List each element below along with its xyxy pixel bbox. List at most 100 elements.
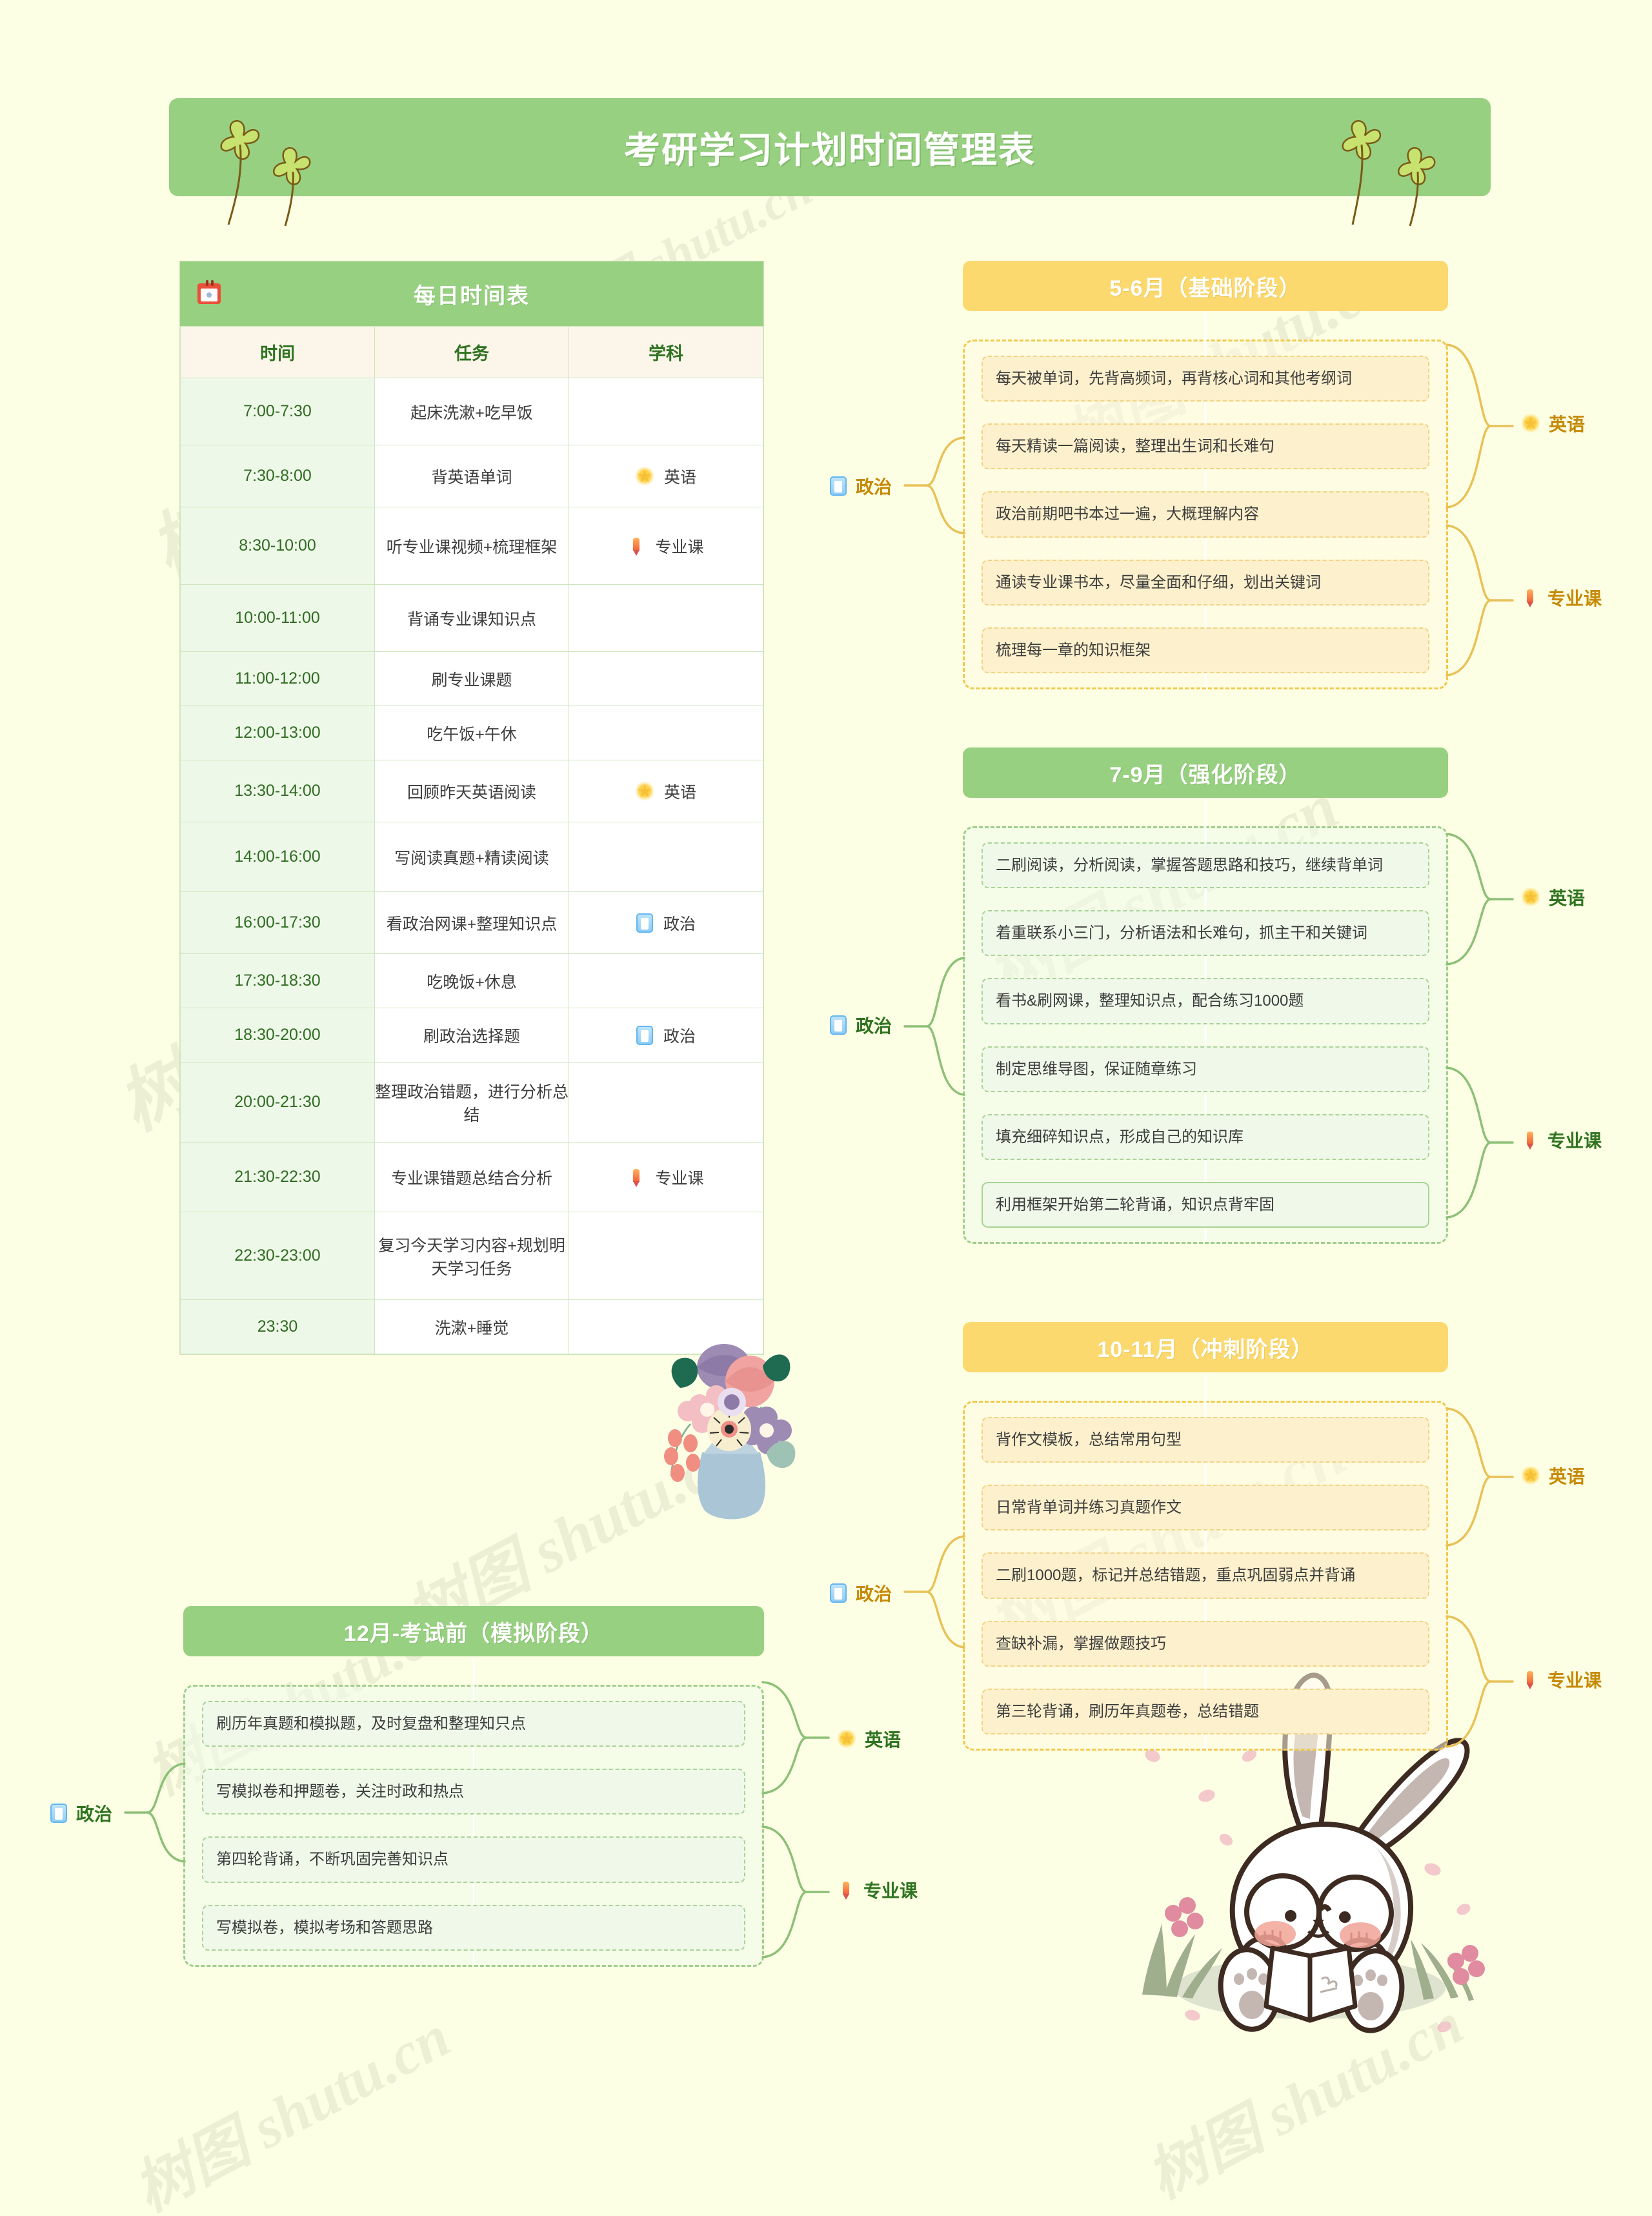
phase-7-9-body: 二刷阅读，分析阅读，掌握答题思路和技巧，继续背单词 着重联系小三门，分析语法和长… bbox=[963, 826, 1448, 1245]
phase-item: 写模拟卷，模拟考场和答题思路 bbox=[202, 1904, 745, 1951]
subject-label: 英语 bbox=[663, 783, 696, 802]
row-time: 16:00-17:30 bbox=[180, 891, 375, 954]
phase-item: 每天精读一篇阅读，整理出生词和长难句 bbox=[982, 423, 1429, 470]
table-row: 18:30-20:00 刷政治选择题 政治 bbox=[180, 1008, 763, 1062]
row-subject bbox=[569, 953, 763, 1008]
phase-10-11-right-brace-major bbox=[1446, 1615, 1514, 1748]
row-subject bbox=[569, 1212, 763, 1300]
phase-12-body: 刷历年真题和模拟题，及时复盘和整理知只点 写模拟卷和押题卷，关注时政和热点 第四… bbox=[183, 1685, 764, 1967]
phase-item: 日常背单词并练习真题作文 bbox=[982, 1485, 1429, 1531]
row-task: 刷专业课题 bbox=[374, 651, 569, 706]
table-row: 13:30-14:00回顾昨天英语阅读 英语 bbox=[180, 760, 763, 822]
pen-icon bbox=[838, 1880, 854, 1900]
phase-item: 看书&刷网课，整理知识点，配合练习1000题 bbox=[982, 978, 1429, 1024]
table-row: 14:00-16:00 写阅读真题+精读阅读 bbox=[180, 822, 763, 892]
row-time: 21:30-22:30 bbox=[180, 1142, 375, 1212]
subject-cell-content: 专业课 bbox=[569, 1166, 763, 1189]
phase-item: 写模拟卷和押题卷，关注时政和热点 bbox=[202, 1769, 745, 1815]
row-subject: 专业课 bbox=[569, 507, 763, 585]
row-task: 刷政治选择题 bbox=[374, 1008, 569, 1062]
book-icon bbox=[50, 1804, 67, 1823]
subject-cell-content: 英语 bbox=[569, 465, 763, 488]
phase-12-left-brace bbox=[124, 1762, 186, 1863]
subject-label: 专业课 bbox=[1547, 589, 1602, 609]
clover-icon bbox=[1342, 120, 1436, 227]
phase-item: 第四轮背诵，不断巩固完善知识点 bbox=[202, 1836, 745, 1883]
calendar-icon bbox=[197, 280, 221, 304]
phase-7-9-right-brace-english bbox=[1446, 833, 1514, 966]
row-subject bbox=[569, 584, 763, 652]
column-header-time: 时间 bbox=[180, 326, 375, 378]
watermark: 树图 shutu.cn bbox=[123, 2002, 461, 2216]
table-row: 20:00-21:30 整理政治错题，进行分析总结 bbox=[180, 1062, 763, 1143]
subject-label: 英语 bbox=[1549, 1467, 1586, 1487]
row-time: 7:00-7:30 bbox=[180, 378, 375, 445]
row-time: 17:30-18:30 bbox=[180, 953, 375, 1008]
row-subject: 政治 bbox=[569, 1008, 763, 1062]
phase-5-6-left-brace bbox=[903, 436, 965, 534]
clover-icon bbox=[220, 120, 311, 227]
phase-10-11-body: 背作文模板，总结常用句型 日常背单词并练习真题作文 二刷1000题，标记并总结错… bbox=[963, 1401, 1448, 1751]
row-time: 14:00-16:00 bbox=[180, 822, 375, 892]
book-icon bbox=[830, 1583, 847, 1603]
table-row: 12:00-13:00 吃午饭+午休 bbox=[180, 706, 763, 760]
subject-label: 英语 bbox=[1549, 888, 1586, 908]
phase-12-right-brace-major bbox=[761, 1825, 830, 1958]
phase-5-6-body: 每天被单词，先背高频词，再背核心词和其他考纲词 每天精读一篇阅读，整理出生词和长… bbox=[963, 340, 1448, 689]
row-time: 8:30-10:00 bbox=[180, 507, 375, 585]
phase-item: 每天被单词，先背高频词，再背核心词和其他考纲词 bbox=[982, 356, 1429, 402]
phase-item: 制定思维导图，保证随章练习 bbox=[982, 1046, 1429, 1092]
phase-12-left-label: 政治 bbox=[50, 1800, 112, 1826]
watermark: 树图 shutu.cn bbox=[1136, 1989, 1474, 2211]
row-task: 听专业课视频+梳理框架 bbox=[374, 507, 569, 585]
pen-icon bbox=[1522, 588, 1538, 607]
phase-item: 刷历年真题和模拟题，及时复盘和整理知只点 bbox=[202, 1701, 745, 1747]
row-subject bbox=[569, 1062, 763, 1143]
row-task: 洗漱+睡觉 bbox=[374, 1299, 569, 1354]
phase-5-6-right-label-english: 英语 bbox=[1522, 411, 1585, 436]
phase-item: 填充细碎知识点，形成自己的知识库 bbox=[982, 1113, 1429, 1160]
phase-5-6-right-brace-english bbox=[1446, 343, 1514, 509]
row-subject: 专业课 bbox=[569, 1142, 763, 1212]
phase-item: 背作文模板，总结常用句型 bbox=[982, 1417, 1429, 1463]
phase-7-9-title: 7-9月（强化阶段） bbox=[963, 747, 1448, 798]
phase-5-6-right-label-major: 专业课 bbox=[1522, 585, 1602, 611]
star-icon bbox=[1522, 414, 1540, 432]
phase-5-6-right-brace-major bbox=[1446, 524, 1514, 676]
row-time: 18:30-20:00 bbox=[180, 1008, 375, 1062]
phase-7-9-section: 7-9月（强化阶段） 二刷阅读，分析阅读，掌握答题思路和技巧，继续背单词 着重联… bbox=[963, 747, 1448, 1245]
row-time: 13:30-14:00 bbox=[180, 760, 375, 822]
table-row: 22:30-23:00 复习今天学习内容+规划明天学习任务 bbox=[180, 1212, 763, 1300]
pen-icon bbox=[1522, 1130, 1538, 1150]
table-row: 7:30-8:00背英语单词 英语 bbox=[180, 445, 763, 507]
row-time: 10:00-11:00 bbox=[180, 584, 375, 652]
row-task: 写阅读真题+精读阅读 bbox=[374, 822, 569, 892]
phase-item: 利用框架开始第二轮背诵，知识点背牢固 bbox=[982, 1181, 1429, 1228]
phase-5-6-left-label: 政治 bbox=[830, 473, 892, 499]
subject-cell-content: 政治 bbox=[569, 911, 763, 935]
subject-label: 政治 bbox=[663, 1027, 696, 1046]
subject-label: 政治 bbox=[663, 915, 696, 933]
book-icon bbox=[636, 913, 653, 933]
row-task: 背诵专业课知识点 bbox=[374, 584, 569, 652]
row-task: 吃午饭+午休 bbox=[374, 706, 569, 760]
poster-root: 树图 shutu.cn 树图 shutu.cn 树图 shutu.cn 树图 s… bbox=[0, 0, 1652, 2216]
star-icon bbox=[1522, 888, 1540, 906]
row-subject bbox=[569, 378, 763, 445]
phase-7-9-right-brace-major bbox=[1446, 1066, 1514, 1219]
phase-item: 查缺补漏，掌握做题技巧 bbox=[982, 1620, 1429, 1667]
phase-10-11-right-label-major: 专业课 bbox=[1522, 1667, 1602, 1692]
pen-icon bbox=[628, 536, 645, 556]
subject-cell-content: 专业课 bbox=[569, 534, 763, 558]
daily-schedule-table: 每日时间表 时间 任务 学科 7:00-7:30 起床洗漱+吃早饭 7:30-8:0… bbox=[179, 261, 764, 1355]
book-icon bbox=[830, 476, 847, 496]
table-row: 23:30 洗漱+睡觉 bbox=[180, 1299, 763, 1354]
daily-schedule-title: 每日时间表 bbox=[414, 283, 530, 309]
phase-10-11-section: 10-11月（冲刺阶段） 背作文模板，总结常用句型 日常背单词并练习真题作文 二… bbox=[963, 1322, 1448, 1751]
book-icon bbox=[636, 1025, 653, 1045]
book-icon bbox=[830, 1015, 847, 1035]
phase-item: 梳理每一章的知识框架 bbox=[982, 627, 1429, 673]
table-row: 17:30-18:30 吃晚饭+休息 bbox=[180, 953, 763, 1008]
star-icon bbox=[635, 782, 654, 800]
subject-label: 政治 bbox=[856, 1584, 892, 1604]
